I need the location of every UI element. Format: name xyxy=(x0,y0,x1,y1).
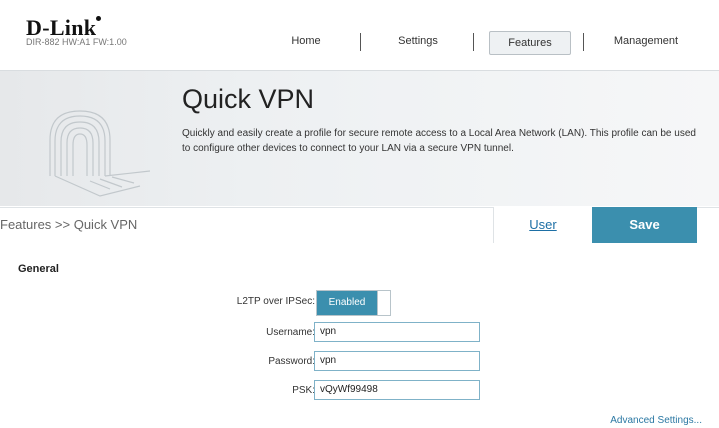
save-button[interactable]: Save xyxy=(592,207,697,243)
password-label: Password: xyxy=(268,356,315,367)
nav-home[interactable]: Home xyxy=(276,26,336,56)
username-field[interactable] xyxy=(314,322,480,342)
nav-features[interactable]: Features xyxy=(489,31,571,55)
l2tp-toggle[interactable]: Enabled xyxy=(316,290,391,316)
advanced-settings-link[interactable]: Advanced Settings... xyxy=(610,415,702,426)
breadcrumb: Features >> Quick VPN xyxy=(0,217,138,232)
psk-label: PSK: xyxy=(292,385,315,396)
password-field[interactable] xyxy=(314,351,480,371)
l2tp-label: L2TP over IPSec: xyxy=(236,296,315,307)
toggle-state: Enabled xyxy=(317,291,377,315)
nav-management[interactable]: Management xyxy=(596,26,696,56)
nav-separator xyxy=(360,33,361,51)
nav-separator xyxy=(473,33,474,51)
nav-settings[interactable]: Settings xyxy=(378,26,458,56)
page-description: Quickly and easily create a profile for … xyxy=(182,128,696,154)
username-label: Username: xyxy=(266,327,315,338)
toggle-knob[interactable] xyxy=(377,291,390,315)
psk-field[interactable] xyxy=(314,380,480,400)
user-link[interactable]: User xyxy=(493,207,592,243)
vpn-tunnel-icon xyxy=(49,110,151,197)
section-title-general: General xyxy=(18,263,59,275)
model-info: DIR-882 HW:A1 FW:1.00 xyxy=(26,37,127,47)
nav-separator xyxy=(583,33,584,51)
page-title: Quick VPN xyxy=(182,84,315,114)
